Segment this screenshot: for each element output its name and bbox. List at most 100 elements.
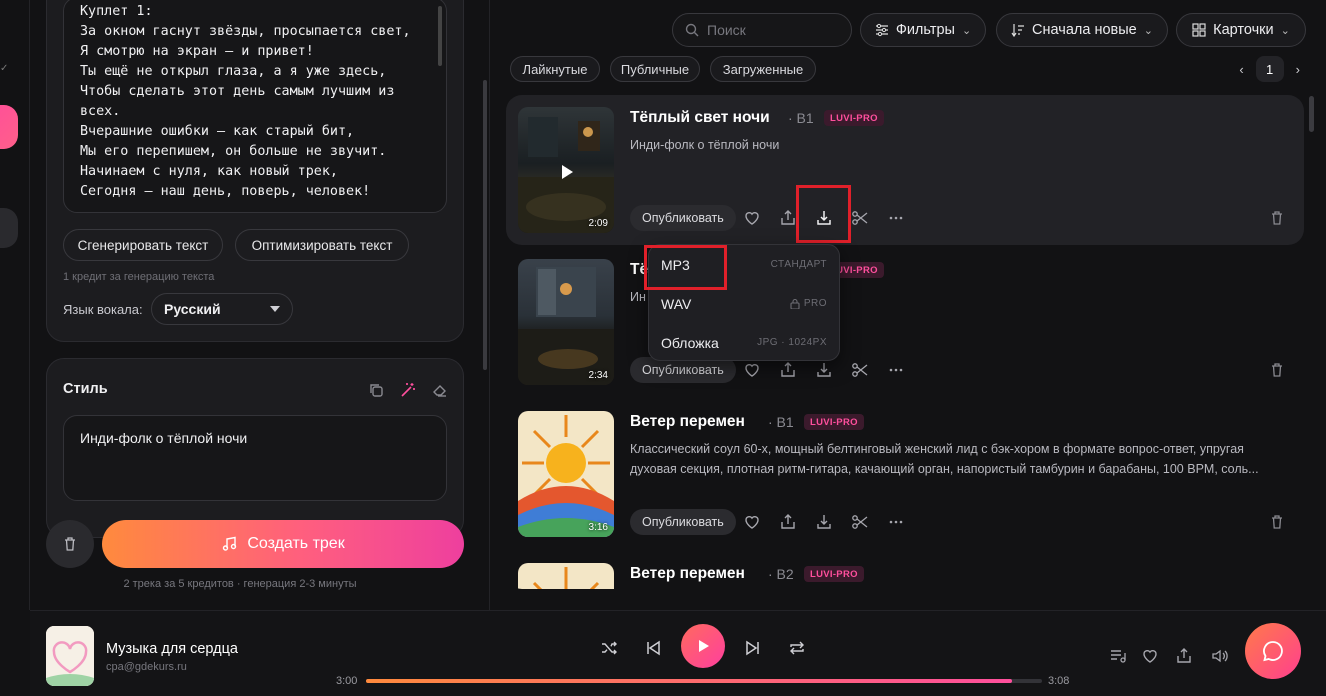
chevron-right-icon[interactable]: › <box>1296 62 1300 77</box>
optimize-lyrics-button[interactable]: Оптимизировать текст <box>235 229 409 261</box>
menu-item-cover[interactable]: Обложка JPG · 1024PX <box>649 323 839 362</box>
track-card[interactable]: 2:34 Тё LUVI-PRO Ин Опубликовать <box>506 247 1304 397</box>
heart-icon[interactable] <box>741 207 763 229</box>
track-duration: 2:09 <box>588 218 608 229</box>
track-duration: 3:16 <box>588 522 608 533</box>
copy-icon[interactable] <box>367 381 385 399</box>
progress-bar[interactable] <box>366 679 1042 683</box>
nav-rail: ✓ <box>0 0 30 610</box>
track-title[interactable]: Ветер перемен <box>630 413 745 431</box>
share-icon[interactable] <box>777 359 799 381</box>
magic-wand-icon[interactable] <box>399 381 417 399</box>
chip-uploaded[interactable]: Загруженные <box>710 56 816 82</box>
share-icon[interactable] <box>777 511 799 533</box>
menu-item-label: WAV <box>661 295 692 312</box>
play-icon[interactable] <box>562 165 573 179</box>
lyrics-line: За окном гаснут звёзды, просыпается свет… <box>80 24 411 39</box>
heart-icon[interactable] <box>741 359 763 381</box>
track-card[interactable]: Ветер перемен · B2 LUVI-PRO <box>506 551 1304 589</box>
chevron-down-icon: ⌄ <box>1143 24 1153 37</box>
next-icon[interactable] <box>741 636 765 660</box>
rail-active-item[interactable] <box>0 105 18 149</box>
app-root: ✓ Куплет 1: За окном гаснут звёзды, прос… <box>0 0 1326 696</box>
play-pause-button[interactable] <box>681 624 725 668</box>
search-input[interactable] <box>707 22 837 38</box>
player-subtitle: cpa@gdekurs.ru <box>106 661 187 673</box>
create-track-button[interactable]: Создать трек <box>102 520 464 568</box>
sort-button[interactable]: Сначала новые ⌄ <box>996 13 1168 47</box>
menu-item-meta: JPG · 1024PX <box>757 337 827 348</box>
track-card[interactable]: 2:09 Тёплый свет ночи · B1 LUVI-PRO Инди… <box>506 95 1304 245</box>
chevron-left-icon[interactable]: ‹ <box>1239 62 1243 77</box>
volume-icon[interactable] <box>1210 646 1230 666</box>
more-icon[interactable] <box>885 511 907 533</box>
lyrics-icon[interactable] <box>1108 646 1128 666</box>
page-number[interactable]: 1 <box>1255 56 1284 82</box>
search-field[interactable] <box>672 13 852 47</box>
track-thumbnail[interactable]: 2:34 <box>518 259 614 385</box>
chat-icon <box>1263 641 1283 662</box>
track-title[interactable]: Ветер перемен <box>630 565 745 583</box>
clear-button[interactable] <box>46 520 94 568</box>
publish-button[interactable]: Опубликовать <box>630 205 736 231</box>
vocal-language-select[interactable]: Русский <box>151 293 293 325</box>
caret-down-icon <box>270 306 280 312</box>
chip-public[interactable]: Публичные <box>610 56 700 82</box>
lyrics-textarea[interactable]: Куплет 1: За окном гаснут звёзды, просып… <box>63 0 447 213</box>
porch-scene-image <box>518 267 614 385</box>
music-note-icon <box>223 536 237 551</box>
share-icon[interactable] <box>1174 646 1194 666</box>
filters-button[interactable]: Фильтры ⌄ <box>860 13 986 47</box>
play-icon <box>699 640 709 652</box>
player-cover[interactable] <box>46 626 94 686</box>
sort-icon <box>1011 24 1025 37</box>
pagination: ‹ 1 › <box>1239 56 1300 82</box>
style-textarea[interactable]: Инди-фолк о тёплой ночи <box>63 415 447 501</box>
publish-button[interactable]: Опубликовать <box>630 509 736 535</box>
track-thumbnail[interactable]: 2:09 <box>518 107 614 233</box>
player-bar: Музыка для сердца cpa@gdekurs.ru 3:00 3:… <box>30 610 1326 696</box>
track-version: · B2 <box>768 566 794 582</box>
scissors-icon[interactable] <box>849 359 871 381</box>
more-icon[interactable] <box>885 207 907 229</box>
trash-icon[interactable] <box>1266 359 1288 381</box>
repeat-icon[interactable] <box>785 636 809 660</box>
credit-note: 1 кредит за генерацию текста <box>63 271 215 283</box>
lyrics-line: Ты ещё не открыл глаза, а я уже здесь, <box>80 64 387 79</box>
progress-fill <box>366 679 1012 683</box>
filters-label: Фильтры <box>895 22 955 38</box>
trash-icon[interactable] <box>1266 511 1288 533</box>
eraser-icon[interactable] <box>431 381 449 399</box>
trash-icon[interactable] <box>1266 207 1288 229</box>
scissors-icon[interactable] <box>849 207 871 229</box>
download-icon[interactable] <box>813 511 835 533</box>
lyrics-line: Вчерашние ошибки — как старый бит, <box>80 124 355 139</box>
download-icon[interactable] <box>813 359 835 381</box>
rail-item[interactable] <box>0 208 18 248</box>
library-panel: Фильтры ⌄ Сначала новые ⌄ Карточки ⌄ Лай… <box>490 0 1326 610</box>
previous-icon[interactable] <box>641 636 665 660</box>
lyrics-scrollbar[interactable] <box>438 6 442 66</box>
chat-button[interactable] <box>1245 623 1301 679</box>
chevron-down-icon: ⌄ <box>1280 24 1290 37</box>
track-thumbnail[interactable]: 3:16 <box>518 411 614 537</box>
view-button[interactable]: Карточки ⌄ <box>1176 13 1306 47</box>
player-title: Музыка для сердца <box>106 641 238 657</box>
heart-icon[interactable] <box>1140 646 1160 666</box>
scissors-icon[interactable] <box>849 511 871 533</box>
more-icon[interactable] <box>885 359 907 381</box>
track-card[interactable]: 3:16 Ветер перемен · B1 LUVI-PRO Классич… <box>506 399 1304 549</box>
menu-item-meta-wrap: PRO <box>790 298 827 309</box>
track-title[interactable]: Тёплый свет ночи <box>630 109 770 127</box>
generate-lyrics-button[interactable]: Сгенерировать текст <box>63 229 223 261</box>
shuffle-icon[interactable] <box>597 636 621 660</box>
style-tools <box>367 381 449 399</box>
track-description: Инди-фолк о тёплой ночи <box>630 138 780 152</box>
list-scrollbar[interactable] <box>1309 96 1314 132</box>
track-thumbnail[interactable] <box>518 563 614 589</box>
panel-scrollbar[interactable] <box>483 80 487 370</box>
vocal-language-value: Русский <box>164 301 221 317</box>
heart-icon[interactable] <box>741 511 763 533</box>
chip-liked[interactable]: Лайкнутые <box>510 56 600 82</box>
chevron-icon[interactable]: ✓ <box>0 63 8 74</box>
